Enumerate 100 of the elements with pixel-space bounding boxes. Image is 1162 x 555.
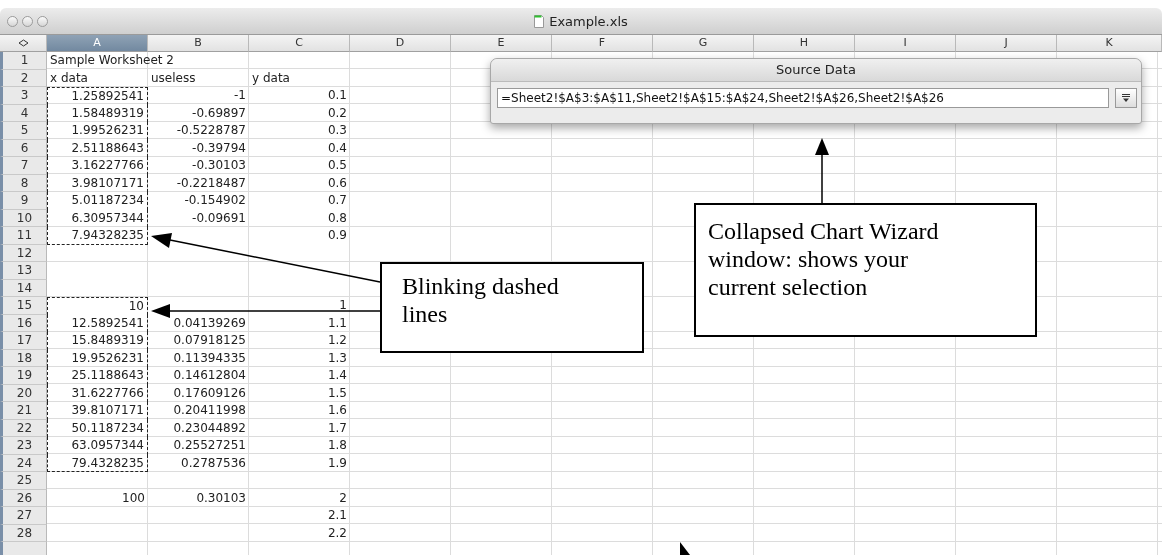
- table-cell-text: 0.14612804: [172, 367, 247, 384]
- table-cell-text: 2.2: [326, 524, 348, 542]
- row-number[interactable]: 9: [0, 192, 47, 210]
- table-cell-text: 0.25527251: [172, 437, 247, 454]
- row-number[interactable]: 21: [0, 402, 47, 420]
- table-cell-text: y data: [251, 69, 291, 87]
- window-title: Example.xls: [549, 13, 628, 29]
- row-number[interactable]: 1: [0, 52, 47, 70]
- diamond-icon: [17, 39, 29, 47]
- table-cell-text: 1.3: [326, 349, 348, 367]
- column-header[interactable]: C: [249, 35, 350, 52]
- select-all-button[interactable]: [0, 35, 47, 52]
- table-cell: 5.01187234: [47, 192, 148, 210]
- table-cell-text: 1.2: [326, 332, 348, 349]
- column-header[interactable]: B: [148, 35, 249, 52]
- table-cell-text: -0.30103: [191, 157, 247, 174]
- table-cell-text: 0.3: [326, 122, 348, 139]
- row-number[interactable]: 25: [0, 472, 47, 490]
- table-cell: 2.51188643: [47, 139, 148, 157]
- table-cell: 39.8107171: [47, 402, 148, 420]
- document-icon: [534, 14, 545, 28]
- table-cell-text: -0.2218487: [175, 174, 247, 192]
- table-cell: 63.0957344: [47, 437, 148, 455]
- close-button[interactable]: [7, 15, 18, 27]
- table-cell-text: 0.30103: [195, 489, 247, 507]
- table-cell-text: -0.09691: [191, 209, 247, 227]
- range-field[interactable]: =Sheet2!$A$3:$A$11,Sheet2!$A$15:$A$24,Sheet2!$A$26,Sheet2!$A$26: [497, 88, 1109, 108]
- table-cell-text: Sample Worksheet 2: [49, 52, 175, 69]
- row-number[interactable]: 5: [0, 122, 47, 140]
- table-cell-text: 2: [338, 489, 348, 507]
- expand-icon: [1121, 93, 1131, 103]
- table-cell: 19.9526231: [47, 349, 148, 367]
- row-number[interactable]: 7: [0, 157, 47, 175]
- table-cell-text: 0.17609126: [172, 384, 247, 402]
- row-number[interactable]: 15: [0, 297, 47, 315]
- table-cell-text: 0.23044892: [172, 419, 247, 437]
- table-cell-text: 2.1: [326, 507, 348, 524]
- zoom-button[interactable]: [37, 15, 48, 27]
- table-cell-text: 0.4: [326, 139, 348, 157]
- arrow: [815, 138, 829, 204]
- table-cell-text: 0.8: [326, 209, 348, 227]
- table-cell-text: 0.1: [326, 87, 348, 104]
- table-cell-text: 0.11394335: [172, 349, 247, 367]
- column-header[interactable]: H: [754, 35, 855, 52]
- table-cell-text: -0.69897: [191, 104, 247, 122]
- table-cell-text: 1: [338, 297, 348, 314]
- column-header[interactable]: F: [552, 35, 653, 52]
- table-cell: 7.94328235: [47, 227, 148, 245]
- row-number[interactable]: 27: [0, 507, 47, 525]
- column-header[interactable]: D: [350, 35, 451, 52]
- table-cell: 25.1188643: [47, 367, 148, 385]
- table-cell: 15.8489319: [47, 332, 148, 350]
- column-header[interactable]: J: [956, 35, 1057, 52]
- table-cell: 79.4328235: [47, 454, 148, 472]
- column-header[interactable]: E: [451, 35, 552, 52]
- table-cell-text: 1.7: [326, 419, 348, 437]
- table-cell-text: 0.04139269: [172, 314, 247, 332]
- pointer-icon: [680, 542, 690, 555]
- table-cell: 3.16227766: [47, 157, 148, 175]
- callout: Collapsed Chart Wizard window: shows your current selection: [694, 203, 1037, 337]
- table-cell: 1.99526231: [47, 122, 148, 140]
- table-cell-text: x data: [49, 69, 89, 87]
- table-cell-text: 1.1: [326, 314, 348, 332]
- row-number[interactable]: 19: [0, 367, 47, 385]
- table-cell: 3.98107171: [47, 174, 148, 192]
- row-number[interactable]: 13: [0, 262, 47, 280]
- row-number[interactable]: 3: [0, 87, 47, 105]
- minimize-button[interactable]: [22, 15, 33, 27]
- table-cell-text: 0.2787536: [180, 454, 247, 472]
- table-cell-text: -1: [233, 87, 247, 104]
- table-cell: 10: [47, 297, 148, 315]
- table-cell: 50.1187234: [47, 419, 148, 437]
- table-cell-text: 1.8: [326, 437, 348, 454]
- dialog-title: Source Data: [491, 59, 1141, 82]
- table-cell-text: 0.5: [326, 157, 348, 174]
- table-cell-text: 0.07918125: [172, 332, 247, 349]
- callout: Blinking dashed lines: [380, 262, 644, 353]
- table-cell-text: 1.6: [326, 402, 348, 419]
- table-cell-text: useless: [150, 69, 197, 87]
- table-cell-text: 1.5: [326, 384, 348, 402]
- table-cell-text: 0.20411998: [172, 402, 247, 419]
- row-number[interactable]: 11: [0, 227, 47, 245]
- table-cell-text: 0.2: [326, 104, 348, 122]
- row-number[interactable]: 17: [0, 332, 47, 350]
- column-header[interactable]: I: [855, 35, 956, 52]
- row-number[interactable]: 23: [0, 437, 47, 455]
- table-cell: 1.25892541: [47, 87, 148, 105]
- table-cell-text: -0.154902: [183, 192, 247, 209]
- table-cell-text: 100: [121, 489, 146, 507]
- table-cell-text: 0.9: [326, 227, 348, 244]
- table-cell-text: 1.9: [326, 454, 348, 472]
- table-cell: 31.6227766: [47, 384, 148, 402]
- table-cell-text: -0.39794: [191, 139, 247, 157]
- table-cell: 12.5892541: [47, 314, 148, 332]
- table-cell: 6.30957344: [47, 209, 148, 227]
- column-header[interactable]: G: [653, 35, 754, 52]
- table-cell: 1.58489319: [47, 104, 148, 122]
- column-header[interactable]: K: [1057, 35, 1162, 52]
- expand-button[interactable]: [1115, 88, 1137, 108]
- table-cell-text: 0.6: [326, 174, 348, 192]
